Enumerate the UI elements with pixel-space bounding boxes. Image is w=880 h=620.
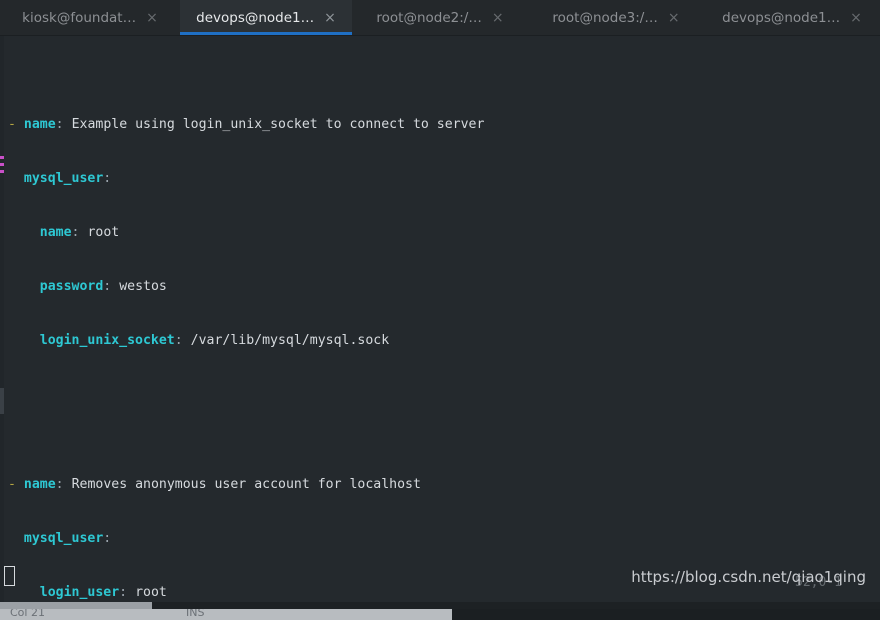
editor-pane[interactable]: - name: Example using login_unix_socket … [0,36,880,602]
tab-label: root@node3:/… [552,9,658,26]
tab-devops-node1-active[interactable]: devops@node1… × [180,0,352,35]
colon: : [55,477,64,492]
status-bar-strip: Col 21 INS [0,609,452,620]
yaml-value: root [135,585,167,600]
yaml-key: name [23,477,56,492]
yaml-value: root [87,225,120,240]
tab-label: devops@node1… [196,9,315,26]
list-dash: - [8,477,16,492]
tab-kiosk-foundation[interactable]: kiosk@foundat… × [0,0,180,35]
code-line: login_user: root [8,584,880,602]
horizontal-scrollbar-thumb[interactable] [0,602,152,609]
tab-root-node2[interactable]: root@node2:/… × [352,0,528,35]
colon: : [103,279,112,294]
close-icon[interactable]: × [668,11,680,25]
yaml-module: mysql_user [23,171,104,186]
text-cursor [4,566,15,586]
tab-label: kiosk@foundat… [22,9,137,26]
colon: : [55,117,64,132]
list-dash: - [8,117,16,132]
yaml-value: westos [119,279,167,294]
colon: : [103,171,112,186]
code-line: name: root [8,224,880,242]
status-column-indicator: Col 21 [10,609,45,619]
change-marker [0,170,4,173]
close-icon[interactable]: × [850,11,862,25]
code-line: login_unix_socket: /var/lib/mysql/mysql.… [8,332,880,350]
code-line: mysql_user: [8,170,880,188]
close-icon[interactable]: × [492,11,504,25]
yaml-value: Example using login_unix_socket to conne… [71,117,485,132]
code-line: - name: Example using login_unix_socket … [8,116,880,134]
yaml-code-block[interactable]: - name: Example using login_unix_socket … [8,44,880,602]
colon: : [71,225,80,240]
terminal-window: kiosk@foundat… × devops@node1… × root@no… [0,0,880,620]
yaml-key: password [39,279,104,294]
tab-devops-node1-second[interactable]: devops@node1… × [704,0,880,35]
colon: : [174,333,183,348]
close-icon[interactable]: × [146,11,158,25]
yaml-module: mysql_user [23,531,104,546]
yaml-value: /var/lib/mysql/mysql.sock [190,333,390,348]
yaml-value: Removes anonymous user account for local… [71,477,421,492]
code-line: password: westos [8,278,880,296]
status-bar: Col 21 INS [0,609,880,620]
close-icon[interactable]: × [324,11,336,25]
yaml-key: name [39,225,72,240]
tab-bar: kiosk@foundat… × devops@node1… × root@no… [0,0,880,36]
colon: : [103,531,112,546]
change-marker [0,156,4,159]
tab-label: root@node2:/… [376,9,482,26]
yaml-key: name [23,117,56,132]
code-line: mysql_user: [8,530,880,548]
yaml-key: login_unix_socket [39,333,175,348]
horizontal-scrollbar[interactable] [0,602,880,609]
tab-root-node3[interactable]: root@node3:/… × [528,0,704,35]
change-marker [0,163,4,166]
marker-gutter[interactable] [0,36,4,602]
yaml-key: login_user [39,585,120,600]
code-line: - name: Removes anonymous user account f… [8,476,880,494]
vertical-scrollbar-thumb[interactable] [0,388,4,414]
colon: : [119,585,128,600]
tab-label: devops@node1… [722,9,841,26]
status-insert-mode: INS [186,609,205,619]
